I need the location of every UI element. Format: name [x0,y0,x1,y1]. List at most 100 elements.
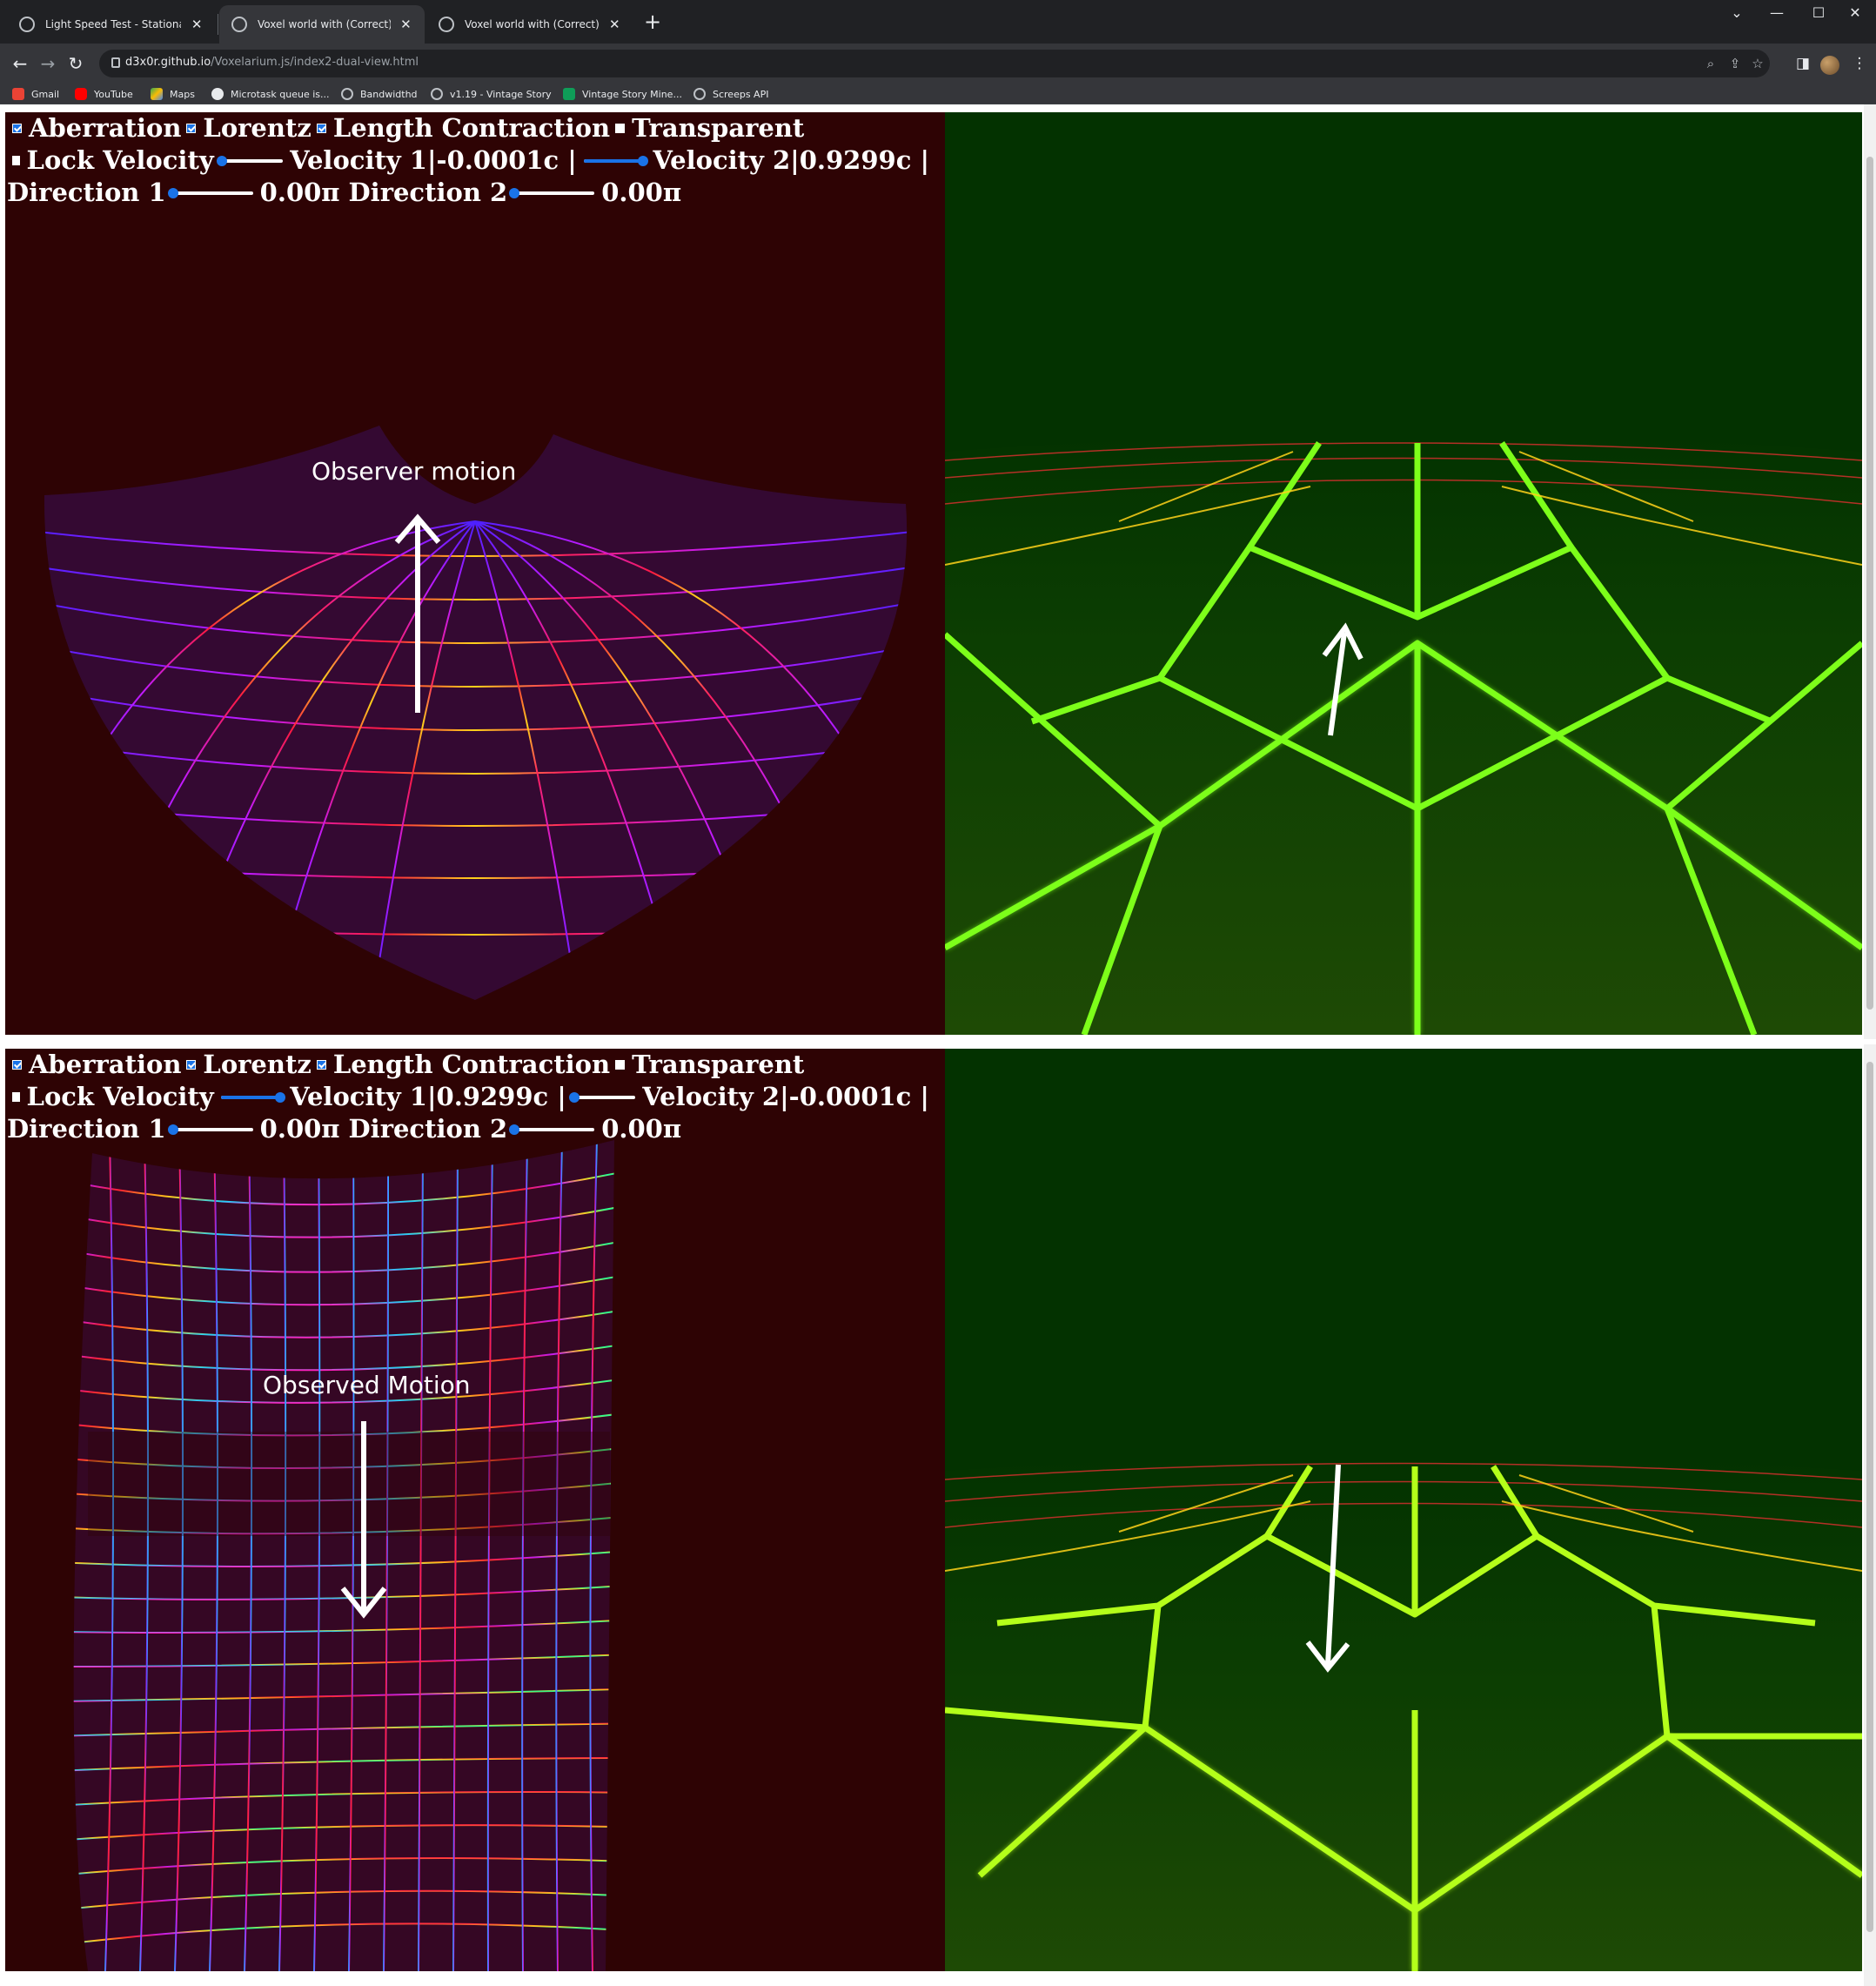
back-button[interactable]: ← [7,50,33,77]
direction2-value: 0.00π [601,1114,682,1144]
menu-kebab-icon[interactable]: ⋮ [1846,50,1873,77]
tab-voxel-world-active[interactable]: Voxel world with (Correct)Relativ ✕ [219,5,425,44]
gmail-icon [12,88,24,100]
lock-velocity-label: Lock Velocity [26,145,214,175]
direction1-slider[interactable] [167,1124,253,1136]
bookmark-label: v1.19 - Vintage Story [450,88,552,100]
github-icon [211,88,224,100]
dual-view-bottom: Observed Motion Aberration Lorentz Lengt… [5,1049,1862,1971]
observer-view-left[interactable]: Observer motion [5,112,945,1035]
close-icon[interactable]: ✕ [190,17,204,32]
globe-icon [19,17,35,32]
new-tab-button[interactable]: + [640,10,665,35]
tab-search-button[interactable]: ⌄ [1714,0,1759,26]
bookmark-screeps-api[interactable]: Screeps API [693,87,768,101]
direction1-label: Direction 1 [7,178,166,207]
bookmark-label: Maps [170,88,195,100]
bookmark-vintage-story[interactable]: v1.19 - Vintage Story [431,87,552,101]
direction2-slider[interactable] [509,1124,595,1136]
globe-icon [231,17,247,32]
direction2-slider[interactable] [509,187,595,199]
bookmark-label: Bandwidthd [360,88,418,100]
length-contraction-checkbox[interactable] [316,124,326,133]
direction1-value: 0.00π [259,1114,340,1144]
tab-title: Voxel world with (Correct)Relativ [258,18,391,30]
annotation-label: Observer motion [312,457,517,486]
share-icon[interactable]: ⇪ [1726,55,1744,72]
bookmark-microtask[interactable]: Microtask queue is... [211,87,330,101]
direction2-value: 0.00π [601,178,682,207]
length-contraction-checkbox[interactable] [316,1060,326,1070]
direction1-value: 0.00π [259,178,340,207]
zoom-search-icon[interactable]: ⌕ [1702,55,1719,72]
lorentz-label: Lorentz [203,1050,312,1079]
url-host: d3x0r.github.io [125,56,211,69]
transparent-checkbox[interactable] [615,124,626,133]
velocity2-slider[interactable] [583,155,649,167]
bookmark-youtube[interactable]: YouTube [75,87,133,101]
side-panel-icon[interactable]: ◨ [1790,50,1816,77]
transparent-label: Transparent [632,113,805,143]
observer-view-left[interactable]: Observed Motion [5,1049,945,1971]
dual-view-top: Observer motion Aberration Lorentz Lengt… [5,112,1862,1035]
youtube-icon [75,88,87,100]
lock-icon [111,57,120,68]
aberration-label: Aberration [29,1050,182,1079]
address-bar[interactable]: d3x0r.github.io/Voxelarium.js/index2-dua… [99,50,1770,77]
bookmark-label: Vintage Story Mine... [582,88,682,100]
top-view-scrollbar[interactable] [1864,104,1876,1039]
browser-toolbar: ← → ↻ d3x0r.github.io/Voxelarium.js/inde… [0,44,1876,84]
globe-icon [693,88,706,100]
bookmarks-bar: Gmail YouTube Maps Microtask queue is...… [0,84,1876,104]
tab-light-speed-test[interactable]: Light Speed Test - Stationary tra ✕ [7,5,216,44]
aberration-label: Aberration [29,113,182,143]
velocity2-slider[interactable] [569,1091,636,1104]
bookmark-gmail[interactable]: Gmail [12,87,59,101]
sheets-icon [563,88,575,100]
lorentz-checkbox[interactable] [186,1060,197,1070]
globe-icon [341,88,353,100]
velocity2-value: Velocity 2|-0.0001c | [642,1082,929,1111]
reload-button[interactable]: ↻ [63,50,89,77]
bookmark-maps[interactable]: Maps [151,87,195,101]
velocity1-slider[interactable] [217,155,284,167]
bookmark-label: Gmail [31,88,60,100]
control-panel: Aberration Lorentz Length Contraction Tr… [7,112,929,209]
bookmark-bandwidthd[interactable]: Bandwidthd [341,87,418,101]
close-icon[interactable]: ✕ [399,17,412,32]
lorentz-label: Lorentz [203,113,312,143]
annotation-label: Observed Motion [263,1371,471,1399]
forward-button[interactable]: → [35,50,61,77]
bookmark-label: YouTube [94,88,133,100]
tab-title: Light Speed Test - Stationary tra [45,18,181,30]
bookmark-label: Microtask queue is... [231,88,330,100]
observed-view-right[interactable] [945,112,1862,1035]
tab-title: Voxel world with (Correct)Relativ [465,18,600,30]
aberration-checkbox[interactable] [12,1060,22,1070]
control-panel: Aberration Lorentz Length Contraction Tr… [7,1049,929,1145]
velocity1-value: Velocity 1|-0.0001c | [290,145,577,175]
transparent-checkbox[interactable] [615,1060,626,1070]
direction1-slider[interactable] [167,187,253,199]
globe-icon [431,88,443,100]
direction2-label: Direction 2 [348,1114,508,1144]
bottom-view-scrollbar[interactable] [1864,1044,1876,1986]
minimize-button[interactable]: — [1754,0,1799,26]
bookmark-star-icon[interactable]: ☆ [1749,55,1766,72]
velocity1-slider[interactable] [220,1091,286,1104]
tab-voxel-world[interactable]: Voxel world with (Correct)Relativ ✕ [426,5,633,44]
length-contraction-label: Length Contraction [332,1050,611,1079]
bookmark-vintage-story-mine[interactable]: Vintage Story Mine... [563,87,682,101]
direction2-label: Direction 2 [348,178,508,207]
observed-view-right[interactable] [945,1049,1862,1971]
aberration-checkbox[interactable] [12,124,22,133]
lock-velocity-checkbox[interactable] [12,156,20,165]
lock-velocity-label: Lock Velocity [26,1082,214,1111]
close-window-button[interactable]: ✕ [1832,0,1876,26]
warped-grid-wall [73,1140,614,1971]
green-grid-floor [945,1455,1862,1971]
profile-avatar[interactable] [1820,56,1839,75]
lock-velocity-checkbox[interactable] [12,1092,20,1102]
close-icon[interactable]: ✕ [608,17,621,32]
lorentz-checkbox[interactable] [186,124,197,133]
